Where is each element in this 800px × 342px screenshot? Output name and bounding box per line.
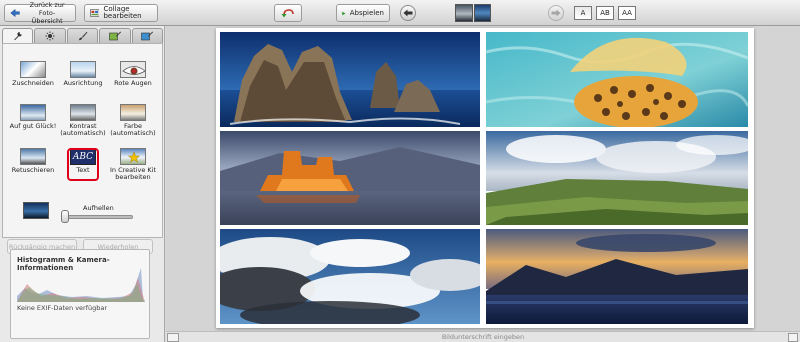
creative-kit-tool[interactable]: In Creative Kit bearbeiten bbox=[108, 148, 158, 184]
collage-photo-clouds[interactable] bbox=[220, 229, 480, 324]
collage-icon bbox=[90, 9, 100, 17]
back-to-overview-button[interactable]: Zurück zur Foto- Übersicht bbox=[4, 1, 76, 25]
retouch-label: Retuschieren bbox=[11, 166, 55, 174]
undo-arrow-icon bbox=[281, 9, 294, 18]
tab-creative[interactable] bbox=[131, 28, 164, 44]
collage[interactable] bbox=[216, 28, 754, 328]
play-label: Abspielen bbox=[349, 8, 384, 17]
text-size-large-button[interactable]: AA bbox=[618, 6, 636, 20]
fill-light-icon bbox=[23, 202, 49, 219]
eye-icon bbox=[122, 66, 145, 75]
crop-icon bbox=[20, 61, 46, 78]
edit-panel: Zuschneiden Ausrichtung Rote Augen Auf g… bbox=[0, 26, 165, 342]
photo-sea-stacks-image bbox=[220, 32, 480, 127]
auto-contrast-tool[interactable]: Kontrast (automatisch) bbox=[58, 104, 108, 140]
histogram-chart bbox=[17, 268, 145, 302]
contrast-icon bbox=[70, 104, 96, 121]
thumbnail[interactable] bbox=[455, 4, 473, 22]
wrench-icon bbox=[13, 31, 22, 41]
photo-castle-image bbox=[220, 131, 480, 225]
photo-jellyfish-image bbox=[486, 32, 748, 127]
caption-bar: Bildunterschrift eingeben bbox=[166, 331, 800, 342]
fill-light-slider-handle[interactable] bbox=[61, 210, 69, 223]
picture-brush-icon bbox=[109, 31, 121, 41]
arrow-left-icon bbox=[403, 9, 413, 17]
arrow-right-icon bbox=[551, 9, 561, 17]
lucky-icon bbox=[20, 104, 46, 121]
histogram-panel: Histogramm & Kamera-Informationen Keine … bbox=[10, 249, 150, 339]
fill-light-label: Aufhellen bbox=[83, 204, 114, 212]
play-icon bbox=[342, 11, 346, 15]
magic-icon bbox=[141, 31, 154, 41]
text-size-medium-button[interactable]: AB bbox=[596, 6, 614, 20]
auto-color-tool[interactable]: Farbe (automatisch) bbox=[108, 104, 158, 140]
contrast-sublabel: (automatisch) bbox=[60, 129, 106, 137]
next-photo-button[interactable] bbox=[548, 5, 564, 21]
brush-icon bbox=[78, 31, 87, 41]
red-eye-icon bbox=[120, 61, 146, 78]
sun-icon bbox=[45, 31, 55, 41]
collage-photo-castle[interactable] bbox=[220, 131, 480, 225]
caption-input[interactable]: Bildunterschrift eingeben bbox=[366, 333, 600, 341]
color-icon bbox=[120, 104, 146, 121]
collage-photo-landscape[interactable] bbox=[486, 131, 748, 225]
retouch-tool[interactable]: Retuschieren bbox=[8, 148, 58, 184]
edit-collage-button[interactable]: Collage bearbeiten bbox=[84, 4, 158, 22]
tool-grid: Zuschneiden Ausrichtung Rote Augen Auf g… bbox=[2, 43, 163, 254]
creative-kit-sublabel: bearbeiten bbox=[115, 173, 151, 181]
crop-label: Zuschneiden bbox=[12, 79, 54, 87]
caption-scroll-button[interactable] bbox=[788, 333, 798, 342]
edit-tabs bbox=[2, 28, 164, 44]
back-arrow-icon bbox=[10, 9, 20, 17]
exif-status: Keine EXIF-Daten verfügbar bbox=[17, 304, 108, 312]
red-eye-label: Rote Augen bbox=[114, 79, 152, 87]
tab-basic-fixes[interactable] bbox=[2, 28, 34, 44]
straighten-icon bbox=[70, 61, 96, 78]
crop-tool[interactable]: Zuschneiden bbox=[8, 61, 58, 97]
caption-toggle-button[interactable] bbox=[167, 333, 179, 342]
back-label-line2: Übersicht bbox=[31, 17, 63, 25]
lucky-tool[interactable]: Auf gut Glück! bbox=[8, 104, 58, 140]
edit-collage-label: Collage bearbeiten bbox=[103, 5, 142, 20]
fill-light-slider[interactable] bbox=[63, 215, 133, 219]
color-sublabel: (automatisch) bbox=[110, 129, 156, 137]
tab-tuning[interactable] bbox=[34, 28, 66, 44]
star-icon bbox=[127, 151, 141, 163]
tab-more-effects[interactable] bbox=[99, 28, 131, 44]
collage-canvas bbox=[166, 26, 800, 331]
text-size-small-button[interactable]: A bbox=[574, 6, 592, 20]
thumbnail[interactable] bbox=[473, 4, 491, 22]
lucky-label: Auf gut Glück! bbox=[9, 122, 57, 130]
undo-rotate-button[interactable] bbox=[274, 4, 302, 22]
retouch-icon bbox=[20, 148, 46, 165]
back-label-line1: Zurück zur Foto- bbox=[29, 1, 65, 17]
collage-photo-sea-stacks[interactable] bbox=[220, 32, 480, 127]
photo-clouds-image bbox=[220, 229, 480, 324]
collage-photo-dusk[interactable] bbox=[486, 229, 748, 324]
photo-landscape-image bbox=[486, 131, 748, 225]
tab-effects[interactable] bbox=[66, 28, 99, 44]
top-toolbar: Zurück zur Foto- Übersicht Collage bearb… bbox=[0, 0, 800, 26]
straighten-label: Ausrichtung bbox=[63, 79, 103, 87]
creative-kit-icon bbox=[120, 148, 146, 165]
play-button[interactable]: Abspielen bbox=[336, 4, 390, 22]
selected-tool-highlight bbox=[67, 148, 99, 181]
thumbnail-strip[interactable] bbox=[455, 4, 491, 22]
collage-photo-jellyfish[interactable] bbox=[486, 32, 748, 127]
straighten-tool[interactable]: Ausrichtung bbox=[58, 61, 108, 97]
red-eye-tool[interactable]: Rote Augen bbox=[108, 61, 158, 97]
previous-photo-button[interactable] bbox=[400, 5, 416, 21]
photo-dusk-image bbox=[486, 229, 748, 324]
